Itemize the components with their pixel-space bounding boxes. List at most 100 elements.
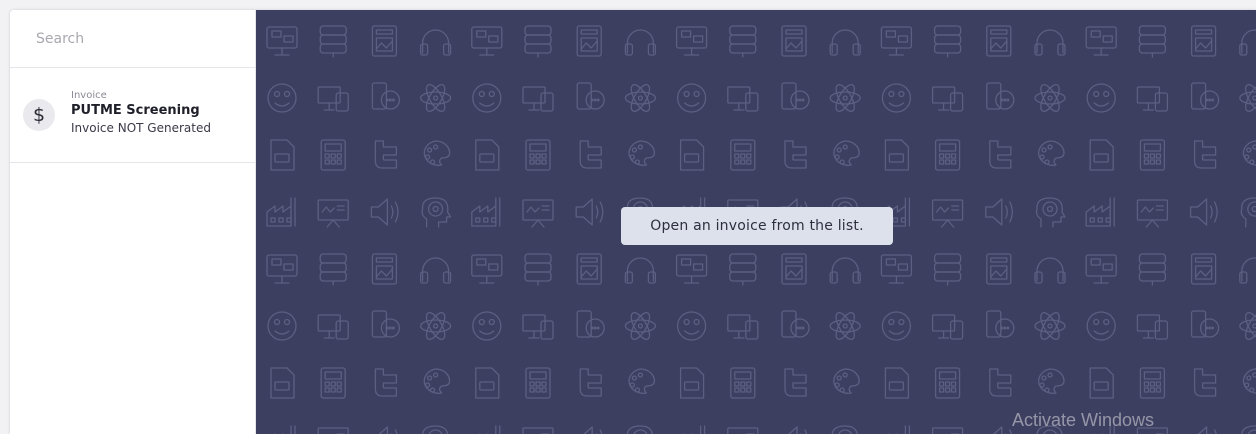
smiley-icon — [881, 83, 912, 113]
factory-icon — [471, 197, 501, 227]
chat-phone-icon — [576, 82, 605, 110]
palette-icon — [628, 368, 656, 394]
smiley-icon — [267, 83, 297, 113]
dollar-icon: $ — [23, 99, 55, 131]
jpg-file-icon — [884, 367, 910, 399]
presentation-icon — [522, 427, 554, 434]
brain-icon — [421, 197, 452, 228]
atom-icon — [419, 312, 452, 340]
factory-icon — [273, 425, 296, 434]
jpg-file-icon — [679, 139, 705, 171]
server-icon — [729, 25, 757, 58]
smiley-icon — [472, 83, 502, 113]
speaker-icon — [575, 198, 604, 226]
devices-icon — [1136, 86, 1169, 112]
headphones-icon — [1239, 29, 1256, 56]
smiley-icon — [1086, 311, 1116, 341]
activate-windows-watermark: Activate Windows — [1012, 410, 1155, 430]
invoice-title: PUTME Screening — [71, 102, 200, 118]
twitter-icon — [784, 140, 807, 169]
chat-phone-icon — [781, 82, 810, 110]
twitter-icon — [989, 368, 1012, 397]
twitter-icon — [374, 368, 398, 397]
search-input[interactable] — [34, 29, 238, 48]
brain-icon — [831, 425, 858, 434]
document-image-icon — [986, 253, 1012, 285]
factory-icon — [1085, 197, 1115, 227]
atom-icon — [1239, 84, 1256, 112]
brain-icon — [626, 425, 654, 434]
chat-phone-icon — [1190, 310, 1220, 338]
headphones-icon — [1034, 29, 1066, 56]
palette-icon — [833, 140, 860, 166]
atom-icon — [624, 84, 657, 112]
devices-icon — [522, 86, 554, 112]
atom-icon — [1239, 312, 1256, 340]
chat-phone-icon — [781, 310, 810, 338]
factory-icon — [683, 425, 706, 434]
presentation-icon — [522, 199, 554, 228]
speaker-icon — [378, 426, 398, 434]
document-image-icon — [371, 253, 398, 285]
devices-icon — [522, 314, 554, 340]
brain-icon — [1035, 197, 1066, 228]
atom-icon — [624, 312, 657, 340]
devices-icon — [931, 314, 964, 340]
invoice-list-item[interactable]: $ Invoice PUTME Screening Invoice NOT Ge… — [10, 68, 255, 163]
jpg-file-icon — [1089, 367, 1114, 399]
server-icon — [524, 253, 552, 286]
presentation-icon — [317, 427, 349, 434]
headphones-icon — [829, 257, 861, 284]
smiley-icon — [676, 83, 707, 113]
factory-icon — [478, 425, 501, 434]
headphones-icon — [624, 29, 657, 56]
devices-icon — [317, 86, 349, 112]
jpg-file-icon — [1089, 139, 1114, 171]
factory-icon — [888, 425, 911, 434]
monitor-icon — [880, 254, 913, 284]
chat-phone-icon — [576, 310, 605, 338]
presentation-icon — [931, 427, 964, 434]
twitter-icon — [579, 368, 602, 397]
palette-icon — [423, 368, 451, 394]
server-icon — [1138, 25, 1167, 58]
document-image-icon — [576, 253, 602, 285]
jpg-file-icon — [475, 367, 500, 399]
jpg-file-icon — [884, 139, 910, 171]
factory-icon — [266, 197, 296, 227]
calculator-icon — [525, 139, 551, 171]
speaker-icon — [1197, 426, 1217, 434]
headphones-icon — [1239, 257, 1256, 284]
monitor-icon — [880, 26, 913, 56]
speaker-icon — [370, 198, 399, 226]
presentation-icon — [931, 199, 964, 228]
calculator-icon — [320, 367, 346, 399]
brain-icon — [422, 425, 449, 434]
server-icon — [933, 25, 962, 58]
devices-icon — [727, 314, 759, 340]
palette-icon — [1038, 368, 1065, 394]
brain-icon — [1240, 197, 1256, 228]
devices-icon — [317, 314, 349, 340]
twitter-icon — [989, 140, 1012, 169]
calculator-icon — [525, 367, 551, 399]
document-image-icon — [1190, 253, 1217, 285]
app-window: $ Invoice PUTME Screening Invoice NOT Ge… — [10, 10, 1256, 434]
presentation-icon — [727, 427, 759, 434]
atom-icon — [419, 84, 452, 112]
chat-phone-icon — [986, 82, 1015, 110]
chat-phone-icon — [371, 310, 401, 338]
devices-icon — [727, 86, 759, 112]
server-icon — [933, 253, 962, 286]
atom-icon — [829, 312, 861, 340]
calculator-icon — [1139, 139, 1166, 171]
palette-icon — [628, 140, 656, 166]
smiley-icon — [1086, 83, 1116, 113]
invoice-sidebar: $ Invoice PUTME Screening Invoice NOT Ge… — [10, 10, 256, 434]
presentation-icon — [1136, 199, 1169, 228]
palette-icon — [423, 140, 451, 166]
server-icon — [524, 25, 552, 58]
document-image-icon — [576, 25, 602, 57]
jpg-file-icon — [270, 367, 295, 399]
palette-icon — [833, 368, 860, 394]
